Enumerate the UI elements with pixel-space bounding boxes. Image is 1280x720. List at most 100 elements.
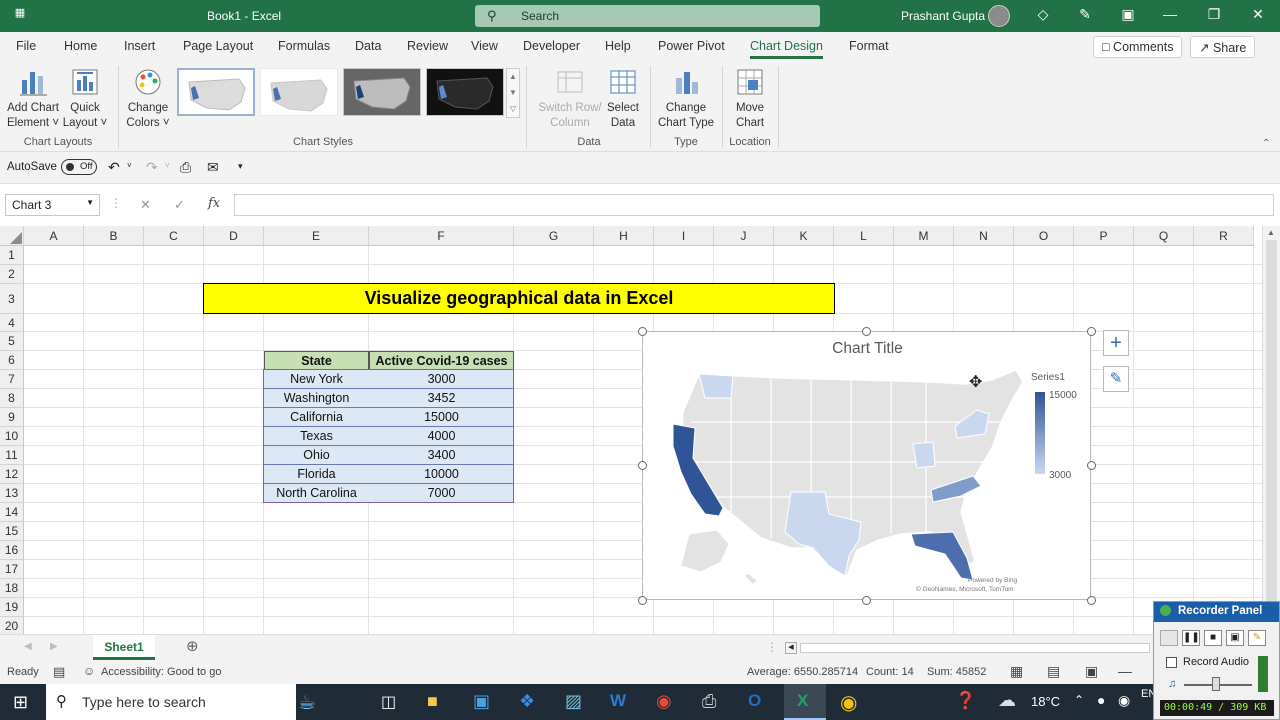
table-cell-cases[interactable]: 3452 bbox=[369, 389, 514, 408]
scroll-thumb[interactable] bbox=[1266, 240, 1277, 620]
file-explorer-icon[interactable]: ■ bbox=[427, 691, 438, 712]
map-chart[interactable]: Chart Title Series1 15000 3000 Powered b… bbox=[642, 331, 1091, 600]
resize-handle[interactable] bbox=[1087, 461, 1096, 470]
table-cell-cases[interactable]: 15000 bbox=[369, 408, 514, 427]
row-header[interactable]: 11 bbox=[0, 446, 24, 465]
column-header[interactable]: J bbox=[714, 226, 774, 246]
row-header[interactable]: 4 bbox=[0, 314, 24, 332]
redo-icon[interactable]: ↷ bbox=[146, 159, 158, 176]
scroll-left-icon[interactable]: ◀ bbox=[785, 642, 797, 654]
chrome-icon[interactable]: ◉ bbox=[840, 690, 857, 715]
windows-start-icon[interactable]: ⊞ bbox=[13, 692, 28, 713]
enter-icon[interactable]: ✓ bbox=[174, 197, 185, 213]
column-header[interactable]: E bbox=[264, 226, 369, 246]
tab-view[interactable]: View bbox=[471, 39, 498, 53]
taskbar-search[interactable]: ⚲ Type here to search bbox=[46, 684, 296, 720]
change-chart-type-button[interactable]: Change Chart Type bbox=[654, 66, 718, 131]
avatar[interactable] bbox=[988, 5, 1010, 27]
table-cell-state[interactable]: Ohio bbox=[264, 446, 369, 465]
row-header[interactable]: 2 bbox=[0, 265, 24, 284]
row-header[interactable]: 9 bbox=[0, 408, 24, 427]
accessibility-icon[interactable]: ☺ bbox=[83, 664, 95, 678]
pen-icon[interactable]: ✎ bbox=[1075, 6, 1095, 23]
undo-icon[interactable]: ↶ bbox=[108, 159, 120, 176]
prev-sheet-icon[interactable]: ◀ bbox=[24, 641, 32, 652]
tab-file[interactable]: File bbox=[16, 39, 36, 53]
row-header[interactable]: 10 bbox=[0, 427, 24, 446]
chart-title[interactable]: Chart Title bbox=[643, 340, 1092, 358]
excel-taskbar-button[interactable]: X bbox=[784, 684, 826, 720]
help-icon[interactable]: ❓ bbox=[955, 691, 976, 711]
chart-elements-button[interactable]: + bbox=[1103, 330, 1129, 356]
dropbox-icon[interactable]: ❖ bbox=[519, 691, 535, 712]
new-sheet-icon[interactable]: ⊕ bbox=[186, 637, 199, 655]
print-preview-icon[interactable]: ⎙ bbox=[180, 159, 191, 176]
task-view-icon[interactable]: ◫ bbox=[381, 692, 396, 712]
formula-input[interactable] bbox=[234, 194, 1274, 216]
zoom-out-icon[interactable]: — bbox=[1118, 663, 1132, 679]
table-cell-cases[interactable]: 10000 bbox=[369, 465, 514, 484]
table-header-cases[interactable]: Active Covid-19 cases bbox=[369, 351, 514, 370]
chart-style-3[interactable] bbox=[343, 68, 421, 116]
autosave-toggle[interactable]: Off bbox=[61, 159, 97, 175]
row-header[interactable]: 15 bbox=[0, 522, 24, 541]
customize-qat-icon[interactable]: ▾ bbox=[238, 161, 243, 172]
column-header[interactable]: I bbox=[654, 226, 714, 246]
media-app-icon[interactable]: ◉ bbox=[656, 691, 672, 712]
column-header[interactable]: H bbox=[594, 226, 654, 246]
restore-icon[interactable]: ❐ bbox=[1204, 6, 1224, 23]
table-cell-cases[interactable]: 3000 bbox=[369, 370, 514, 389]
comments-button[interactable]: □ Comments bbox=[1093, 36, 1183, 58]
resize-handle[interactable] bbox=[862, 327, 871, 336]
stop-icon[interactable]: ■ bbox=[1204, 630, 1222, 646]
column-header[interactable]: K bbox=[774, 226, 834, 246]
name-box[interactable]: Chart 3 ▼ bbox=[5, 194, 100, 216]
table-cell-state[interactable]: Washington bbox=[264, 389, 369, 408]
resize-handle[interactable] bbox=[862, 596, 871, 605]
table-cell-state[interactable]: Florida bbox=[264, 465, 369, 484]
minimize-icon[interactable]: — bbox=[1160, 6, 1180, 22]
page-break-view-icon[interactable]: ▣ bbox=[1085, 663, 1098, 680]
us-map[interactable] bbox=[661, 362, 1031, 592]
resize-handle[interactable] bbox=[1087, 596, 1096, 605]
chart-styles-button[interactable]: ✎ bbox=[1103, 366, 1129, 392]
row-header[interactable]: 13 bbox=[0, 484, 24, 503]
table-cell-state[interactable]: Texas bbox=[264, 427, 369, 446]
tab-chart-design[interactable]: Chart Design bbox=[750, 39, 823, 59]
banner-title[interactable]: Visualize geographical data in Excel bbox=[203, 283, 835, 314]
splitter-dots-icon[interactable]: ⋮ bbox=[110, 196, 122, 210]
pause-icon[interactable]: ❚❚ bbox=[1182, 630, 1200, 646]
outlook-icon[interactable]: O bbox=[748, 691, 761, 711]
search-box[interactable]: ⚲ Search bbox=[475, 5, 820, 27]
draw-icon[interactable]: ✎ bbox=[1248, 630, 1266, 646]
column-header[interactable]: M bbox=[894, 226, 954, 246]
column-header[interactable]: A bbox=[24, 226, 84, 246]
insert-function-icon[interactable]: fx bbox=[208, 196, 220, 211]
notes-app-icon[interactable]: ▨ bbox=[565, 691, 582, 712]
name-box-dropdown-icon[interactable]: ▼ bbox=[86, 198, 94, 207]
tab-review[interactable]: Review bbox=[407, 39, 448, 53]
table-cell-state[interactable]: New York bbox=[264, 370, 369, 389]
tab-insert[interactable]: Insert bbox=[124, 39, 155, 53]
email-icon[interactable]: ✉ bbox=[207, 159, 219, 176]
vertical-scrollbar[interactable]: ▲ bbox=[1262, 226, 1280, 634]
collapse-ribbon-icon[interactable]: ⌃ bbox=[1262, 138, 1270, 149]
network-icon[interactable]: ◉ bbox=[1118, 692, 1130, 709]
news-widget-icon[interactable]: ☕ bbox=[298, 690, 316, 715]
row-header[interactable]: 17 bbox=[0, 560, 24, 579]
microphone-icon[interactable]: ● bbox=[1097, 692, 1105, 708]
column-header[interactable]: F bbox=[369, 226, 514, 246]
record-audio-checkbox[interactable] bbox=[1166, 657, 1177, 668]
chart-style-1[interactable] bbox=[177, 68, 255, 116]
quick-layout-button[interactable]: Quick Layout ˅ bbox=[60, 66, 110, 131]
table-cell-cases[interactable]: 4000 bbox=[369, 427, 514, 446]
sheet-tab-sheet1[interactable]: Sheet1 bbox=[93, 635, 155, 660]
resize-handle[interactable] bbox=[1087, 327, 1096, 336]
chart-style-2[interactable] bbox=[260, 68, 338, 116]
horizontal-scrollbar[interactable] bbox=[800, 643, 1150, 653]
column-header[interactable]: P bbox=[1074, 226, 1134, 246]
tab-developer[interactable]: Developer bbox=[523, 39, 580, 53]
record-button[interactable] bbox=[1160, 630, 1178, 646]
next-sheet-icon[interactable]: ▶ bbox=[50, 641, 58, 652]
row-header[interactable]: 12 bbox=[0, 465, 24, 484]
